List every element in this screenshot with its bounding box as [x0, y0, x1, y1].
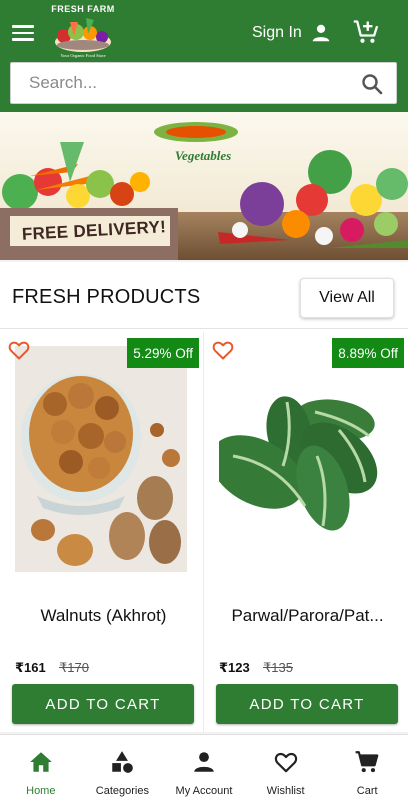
nav-item-wishlist[interactable]: Wishlist: [245, 735, 327, 800]
bottom-navigation: Home Categories My Account Wishlist Cart: [0, 734, 408, 800]
nav-item-home[interactable]: Home: [0, 735, 82, 800]
menu-icon[interactable]: [12, 22, 34, 42]
add-to-cart-button[interactable]: ADD TO CART: [216, 684, 398, 724]
product-price: ₹123: [219, 660, 250, 675]
add-to-cart-icon[interactable]: [352, 18, 380, 46]
promo-banner[interactable]: Vegetables FREE DELIVERY!: [0, 112, 408, 260]
search-icon[interactable]: [360, 72, 384, 96]
logo-veg-basket-graphic: [55, 18, 111, 52]
discount-badge: 5.29% Off: [127, 338, 199, 368]
discount-badge: 8.89% Off: [332, 338, 404, 368]
divider: [0, 328, 408, 329]
logo-tagline: Your Organic Food Store: [60, 53, 106, 58]
person-icon: [312, 24, 330, 42]
sign-in-button[interactable]: Sign In: [252, 20, 332, 46]
nav-label-cart: Cart: [356, 785, 378, 797]
product-card[interactable]: 8.89% Off Parwal/Parora/Pat... ₹123 ₹135…: [207, 332, 408, 732]
brand-logo[interactable]: FRESH FARM Your Organic Food Store: [50, 4, 116, 62]
section-title: FRESH PRODUCTS: [12, 286, 201, 308]
app-root: FRESH FARM Your Organic Food Store Sign …: [0, 0, 408, 800]
add-to-cart-button[interactable]: ADD TO CART: [12, 684, 194, 724]
search-bar: [10, 62, 397, 104]
search-input[interactable]: [11, 63, 351, 103]
product-image-walnuts[interactable]: [15, 346, 187, 572]
cart-icon: [355, 751, 379, 773]
product-mrp: ₹135: [263, 660, 293, 675]
nav-item-my-account[interactable]: My Account: [163, 735, 245, 800]
account-icon: [194, 752, 214, 772]
product-name[interactable]: Parwal/Parora/Pat...: [215, 606, 400, 626]
home-icon: [29, 752, 52, 772]
nav-label-home: Home: [26, 785, 56, 797]
nav-item-cart[interactable]: Cart: [326, 735, 408, 800]
nav-label-categories: Categories: [95, 785, 149, 797]
nav-label-my-account: My Account: [175, 785, 233, 797]
nav-item-categories[interactable]: Categories: [82, 735, 164, 800]
wishlist-heart-icon[interactable]: [211, 338, 235, 362]
sign-in-label: Sign In: [252, 24, 302, 41]
product-mrp: ₹170: [59, 660, 89, 675]
view-all-button[interactable]: View All: [300, 278, 394, 318]
wishlist-heart-icon[interactable]: [7, 338, 31, 362]
product-card[interactable]: 5.29% Off Walnuts (Akhrot) ₹161 ₹170 ADD…: [3, 332, 204, 732]
nav-label-wishlist: Wishlist: [266, 785, 305, 797]
product-name[interactable]: Walnuts (Akhrot): [11, 606, 196, 626]
banner-title: Vegetables: [174, 148, 232, 163]
product-image-parwal[interactable]: [219, 346, 391, 572]
top-app-bar: FRESH FARM Your Organic Food Store Sign …: [0, 0, 408, 112]
heart-icon: [274, 752, 297, 773]
product-price: ₹161: [15, 660, 46, 675]
fresh-products-section: FRESH PRODUCTS View All 5.29% Off Walnut…: [0, 262, 408, 732]
categories-icon: [112, 751, 134, 773]
